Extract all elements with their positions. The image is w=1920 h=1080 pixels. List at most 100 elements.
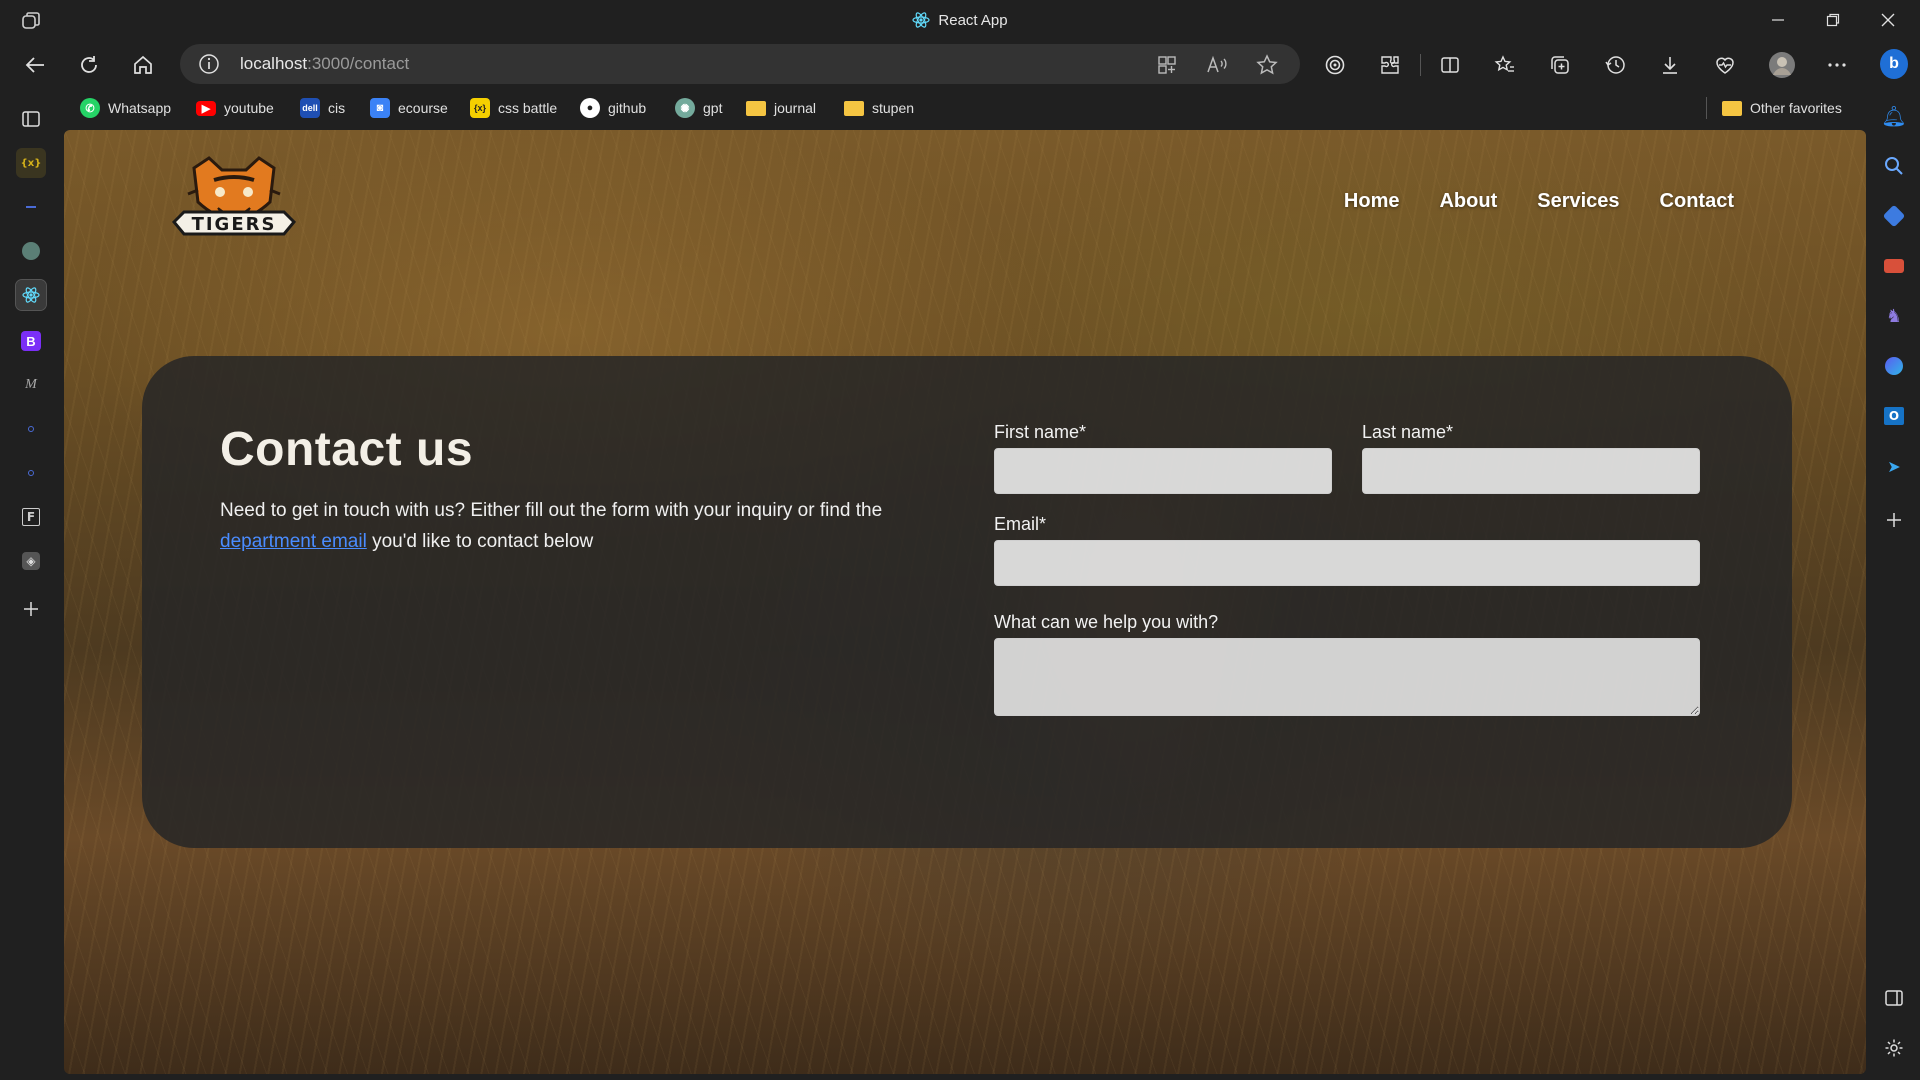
browser-toolbar: localhost:3000/contact <box>0 40 1920 88</box>
help-label: What can we help you with? <box>994 612 1219 632</box>
dell-icon: dell <box>300 98 320 118</box>
bookmark-youtube[interactable]: ▶ youtube <box>196 97 274 119</box>
copilot-icon[interactable] <box>1880 352 1908 380</box>
home-icon[interactable] <box>128 50 158 80</box>
tab-icon[interactable] <box>16 192 46 222</box>
first-name-label: First name* <box>994 422 1087 442</box>
search-icon[interactable] <box>1880 152 1908 180</box>
app-available-icon[interactable] <box>1154 52 1180 78</box>
back-icon[interactable] <box>20 50 50 80</box>
bookmark-label: ecourse <box>398 100 448 116</box>
send-icon[interactable]: ➤ <box>1880 452 1908 480</box>
site-info-icon[interactable] <box>198 53 220 75</box>
tab-actions-icon[interactable] <box>16 104 46 134</box>
bookmark-label: journal <box>774 100 817 116</box>
window-title: React App <box>0 0 1920 40</box>
browser-title-bar: React App <box>0 0 1920 40</box>
favorite-star-icon[interactable] <box>1254 52 1280 78</box>
bookmark-label: gpt <box>703 100 723 116</box>
url-host: localhost <box>240 54 308 73</box>
last-name-input[interactable] <box>1362 448 1700 494</box>
openai-tab-icon[interactable] <box>16 236 46 266</box>
tracking-prevention-icon[interactable] <box>1320 50 1350 80</box>
other-favorites-label: Other favorites <box>1750 100 1842 116</box>
whatsapp-icon: ✆ <box>80 98 100 118</box>
github-icon: ● <box>580 98 600 118</box>
bookmark-gpt[interactable]: ✺ gpt <box>675 97 722 119</box>
help-textarea[interactable] <box>994 638 1700 716</box>
downloads-icon[interactable] <box>1655 50 1685 80</box>
favorites-icon[interactable] <box>1490 50 1520 80</box>
vertical-tabs-rail: {x} B M F ◈ <box>0 100 62 1080</box>
games-icon[interactable]: ♞ <box>1880 302 1908 330</box>
notifications-icon[interactable]: 🔔︎ <box>1880 102 1908 130</box>
nav-link-about[interactable]: About <box>1439 190 1497 213</box>
svg-text:TIGERS: TIGERS <box>192 214 277 235</box>
collections-icon[interactable] <box>1545 50 1575 80</box>
add-sidebar-app-icon[interactable] <box>1880 506 1908 534</box>
search-tab-icon[interactable] <box>16 458 46 488</box>
bookmark-ecourse[interactable]: ◙ ecourse <box>370 97 448 119</box>
url-path: :3000/contact <box>307 54 410 73</box>
address-bar[interactable]: localhost:3000/contact <box>180 44 1300 84</box>
bookmark-github[interactable]: ● github <box>580 97 646 119</box>
ecourse-icon: ◙ <box>370 98 390 118</box>
nav-link-services[interactable]: Services <box>1537 190 1619 213</box>
openai-icon: ✺ <box>675 98 695 118</box>
description-text-end: you'd like to contact below <box>366 531 594 552</box>
email-input[interactable] <box>994 540 1700 586</box>
youtube-icon: ▶ <box>196 100 216 116</box>
outlook-icon[interactable]: O <box>1880 402 1908 430</box>
extensions-icon[interactable] <box>1375 50 1405 80</box>
browser-essentials-icon[interactable] <box>1710 50 1740 80</box>
minimize-button[interactable] <box>1750 0 1805 40</box>
restore-button[interactable] <box>1805 0 1860 40</box>
css-battle-tab-icon[interactable]: {x} <box>16 148 46 178</box>
first-name-input[interactable] <box>994 448 1332 494</box>
bookmark-cis[interactable]: dell cis <box>300 97 345 119</box>
profile-avatar[interactable] <box>1767 50 1797 80</box>
hide-sidebar-icon[interactable] <box>1880 984 1908 1012</box>
close-button[interactable] <box>1860 0 1915 40</box>
settings-gear-icon[interactable] <box>1880 1034 1908 1062</box>
form-tab-icon[interactable]: F <box>16 502 46 532</box>
bookmark-css-battle[interactable]: {x} css battle <box>470 97 557 119</box>
nav-link-contact[interactable]: Contact <box>1660 190 1734 213</box>
name-row: First name* Last name* <box>994 422 1700 494</box>
history-icon[interactable] <box>1600 50 1630 80</box>
tigers-logo[interactable]: TIGERS <box>154 150 314 260</box>
email-label: Email* <box>994 514 1047 534</box>
tools-briefcase-icon[interactable] <box>1880 252 1908 280</box>
folder-icon <box>746 100 766 116</box>
department-email-link[interactable]: department email <box>220 531 367 552</box>
bookmark-folder-journal[interactable]: journal <box>746 97 816 119</box>
refresh-icon[interactable] <box>74 50 104 80</box>
css-battle-icon: {x} <box>470 98 490 118</box>
contact-description: Need to get in touch with us? Either fil… <box>220 495 940 557</box>
new-tab-plus-icon[interactable] <box>16 594 46 624</box>
bookmark-folder-stupen[interactable]: stupen <box>844 97 914 119</box>
bookmark-whatsapp[interactable]: ✆ Whatsapp <box>80 97 171 119</box>
search-tab-icon[interactable] <box>16 414 46 444</box>
url-text[interactable]: localhost:3000/contact <box>240 54 409 74</box>
site-navigation: Home About Services Contact <box>1344 190 1734 213</box>
nav-link-home[interactable]: Home <box>1344 190 1400 213</box>
codepen-tab-icon[interactable]: ◈ <box>16 546 46 576</box>
toolbar-divider <box>1420 54 1421 76</box>
bookmark-label: Whatsapp <box>108 100 172 116</box>
react-tab-icon[interactable] <box>15 279 47 311</box>
edge-sidebar: b 🔔︎ ♞ O ➤ <box>1868 40 1920 1080</box>
react-icon <box>912 11 930 29</box>
contact-intro: Contact us Need to get in touch with us?… <box>220 422 940 557</box>
split-screen-icon[interactable] <box>1435 50 1465 80</box>
bootstrap-tab-icon[interactable]: B <box>16 326 46 356</box>
folder-icon <box>844 100 864 116</box>
more-options-icon[interactable] <box>1822 50 1852 80</box>
bing-copilot-icon[interactable]: b <box>1880 49 1908 79</box>
other-favorites[interactable]: Other favorites <box>1722 97 1842 119</box>
web-page: TIGERS Home About Services Contact Conta… <box>64 130 1866 1074</box>
shopping-tag-icon[interactable] <box>1880 202 1908 230</box>
read-aloud-icon[interactable] <box>1204 52 1230 78</box>
bookmark-label: cis <box>328 100 346 116</box>
medium-tab-icon[interactable]: M <box>16 370 46 400</box>
